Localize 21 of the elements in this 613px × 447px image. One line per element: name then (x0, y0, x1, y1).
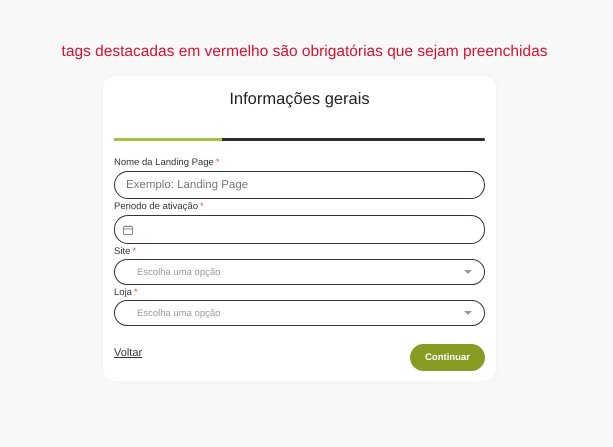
field-label: Loja (114, 287, 132, 298)
text-field[interactable]: Exemplo: Landing Page (114, 171, 485, 199)
field-label: Periodo de ativação (114, 201, 198, 212)
field-label: Nome da Landing Page (114, 157, 214, 168)
select-field[interactable]: Escolha uma opção (114, 300, 485, 326)
select-placeholder: Escolha uma opção (137, 308, 220, 318)
notice-text: tags destacadas em vermelho são obrigatórias que sejam preenchidas (62, 43, 548, 61)
caret-icon (464, 270, 472, 274)
caret-icon (464, 311, 472, 315)
required-mark: * (134, 287, 138, 298)
continue-button[interactable]: Continuar (410, 344, 485, 371)
back-link[interactable]: Voltar (114, 346, 142, 358)
form-title: Informações gerais (228, 90, 371, 110)
required-mark: * (132, 246, 136, 257)
required-mark: * (216, 157, 220, 168)
calendar-icon (123, 224, 133, 234)
select-field[interactable]: Escolha uma opção (114, 259, 485, 285)
field-label: Site (114, 246, 130, 257)
required-mark: * (200, 201, 204, 212)
select-placeholder: Escolha uma opção (137, 266, 220, 278)
date-field[interactable] (114, 215, 485, 244)
